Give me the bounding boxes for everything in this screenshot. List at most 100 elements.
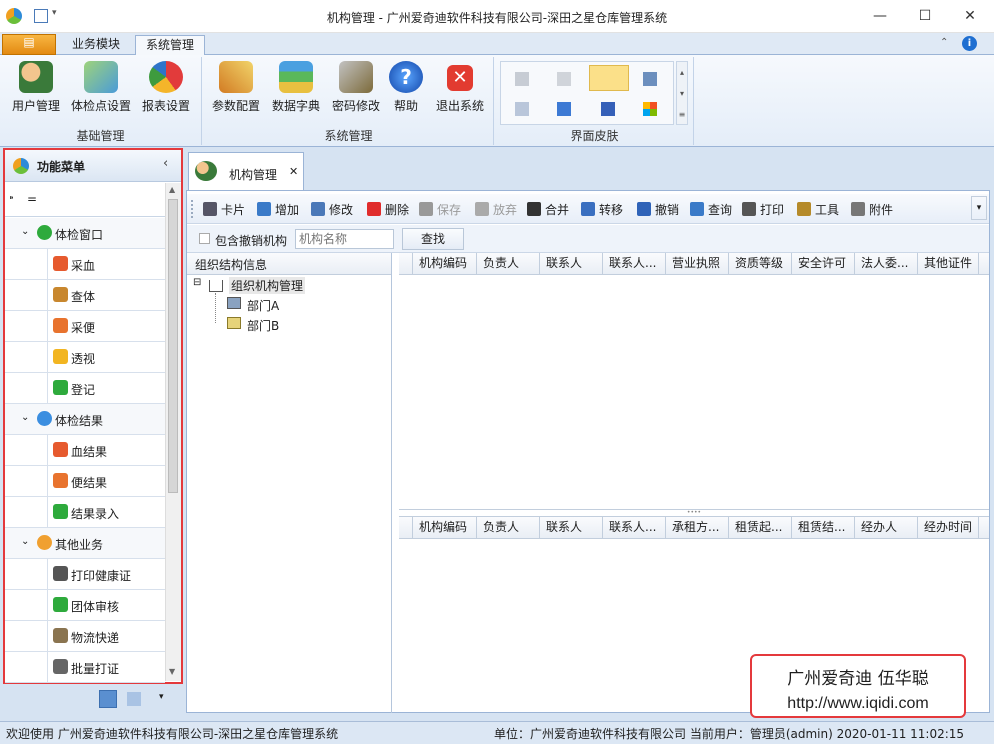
menu-group-1[interactable]: ⌄ 体检结果 xyxy=(5,404,165,435)
layout-toggle-icon[interactable] xyxy=(99,690,117,708)
menu-group-0[interactable]: ⌄ 体检窗口 xyxy=(5,218,165,249)
menu-item-0-3[interactable]: 透视 xyxy=(5,342,165,373)
column-header[interactable]: 联系人 xyxy=(540,253,603,275)
card-button[interactable]: 卡片 xyxy=(203,201,245,218)
scroll-down-icon[interactable]: ▼ xyxy=(169,667,175,676)
tree-collapse-icon[interactable]: ⊟ xyxy=(193,277,201,288)
tree-node-department-b[interactable]: 部门B xyxy=(247,317,279,334)
query-button[interactable]: 查询 xyxy=(690,201,732,218)
attachment-button[interactable]: 附件 xyxy=(851,201,893,218)
skin-office-icon[interactable] xyxy=(515,72,529,86)
revoke-button[interactable]: 撤销 xyxy=(637,201,679,218)
menu-item-0-2[interactable]: 采便 xyxy=(5,311,165,342)
column-header[interactable]: 联系人... xyxy=(603,253,666,275)
skin-gallery[interactable] xyxy=(500,61,674,125)
column-header[interactable]: 承租方... xyxy=(666,517,729,539)
pin-icon: ⁍ xyxy=(9,193,14,204)
add-button[interactable]: 增加 xyxy=(257,201,299,218)
menu-item-2-3[interactable]: 批量打证 xyxy=(5,652,165,683)
scroll-thumb[interactable] xyxy=(168,199,178,493)
layout-dropdown-icon[interactable]: ▾ xyxy=(159,692,164,702)
org-name-search-input[interactable] xyxy=(295,229,394,249)
menu-item-1-2[interactable]: 结果录入 xyxy=(5,497,165,528)
column-header[interactable]: 负责人 xyxy=(477,517,540,539)
menu-filter-input[interactable]: = xyxy=(27,192,37,206)
toolbar-grip xyxy=(191,200,194,218)
column-header[interactable]: 安全许可 xyxy=(792,253,855,275)
skin-windows-icon[interactable] xyxy=(643,102,657,116)
menu-item-1-1[interactable]: 便结果 xyxy=(5,466,165,497)
column-header[interactable]: 法人委... xyxy=(855,253,918,275)
report-settings-button[interactable]: 报表设置 xyxy=(138,61,194,114)
tree-indent-line xyxy=(47,497,48,528)
expand-chevron-icon[interactable]: ⌄ xyxy=(21,536,29,547)
column-header[interactable]: 经办人 xyxy=(855,517,918,539)
column-header[interactable]: 租赁结... xyxy=(792,517,855,539)
scroll-up-icon[interactable]: ▲ xyxy=(169,185,175,194)
menu-item-0-0[interactable]: 采血 xyxy=(5,249,165,280)
expand-chevron-icon[interactable]: ⌄ xyxy=(21,412,29,423)
tab-system-management[interactable]: 系统管理 xyxy=(135,35,206,56)
menu-item-2-0[interactable]: 打印健康证 xyxy=(5,559,165,590)
edit-button[interactable]: 修改 xyxy=(311,201,353,218)
menu-group-2[interactable]: ⌄ 其他业务 xyxy=(5,528,165,559)
skin-vs-dark-icon[interactable] xyxy=(601,102,615,116)
collapse-panel-icon[interactable]: ‹ xyxy=(163,156,168,171)
change-password-button[interactable]: 密码修改 xyxy=(328,61,384,114)
tree-node-department-a[interactable]: 部门A xyxy=(247,297,279,314)
skin-grid-light-icon[interactable] xyxy=(515,102,529,116)
maximize-button[interactable]: ☐ xyxy=(902,0,948,32)
column-header[interactable]: 经办时间 xyxy=(918,517,979,539)
data-dictionary-button[interactable]: 数据字典 xyxy=(268,61,324,114)
users-icon xyxy=(195,161,217,181)
exit-system-button[interactable]: ✕ 退出系统 xyxy=(430,61,490,114)
menu-item-0-4[interactable]: 登记 xyxy=(5,373,165,404)
menu-scrollbar[interactable]: ▲ ▼ xyxy=(165,183,181,681)
transfer-button[interactable]: 转移 xyxy=(581,201,623,218)
column-header[interactable]: 机构编码 xyxy=(413,253,477,275)
tree-root-node[interactable]: 组织机构管理 xyxy=(229,277,306,294)
tree-indent-line xyxy=(47,559,48,590)
skin-selected-icon[interactable] xyxy=(589,65,629,91)
search-button[interactable]: 查找 xyxy=(402,228,464,250)
skin-grid-icon[interactable] xyxy=(643,72,657,86)
column-header[interactable]: 负责人 xyxy=(477,253,540,275)
close-tab-icon[interactable]: ✕ xyxy=(289,165,298,178)
application-menu-button[interactable]: ▤ xyxy=(2,34,56,55)
delete-button[interactable]: 删除 xyxy=(367,201,409,218)
discard-button[interactable]: 放弃 xyxy=(475,201,517,218)
column-header[interactable]: 租赁起... xyxy=(729,517,792,539)
tools-button[interactable]: 工具 xyxy=(797,201,839,218)
user-management-button[interactable]: 用户管理 xyxy=(8,61,64,114)
expand-chevron-icon[interactable]: ⌄ xyxy=(21,226,29,237)
menu-item-1-0[interactable]: 血结果 xyxy=(5,435,165,466)
print-button[interactable]: 打印 xyxy=(742,201,784,218)
tab-org-management[interactable]: 机构管理 ✕ xyxy=(188,152,304,190)
help-info-icon[interactable]: i xyxy=(962,36,977,51)
column-header[interactable]: 其他证件 xyxy=(918,253,979,275)
skin-office-gray-icon[interactable] xyxy=(557,72,571,86)
toolbar-overflow-icon[interactable]: ▾ xyxy=(971,196,987,220)
save-button[interactable]: 保存 xyxy=(419,201,461,218)
column-header[interactable]: 机构编码 xyxy=(413,517,477,539)
close-button[interactable]: ✕ xyxy=(947,0,993,32)
column-header[interactable]: 联系人... xyxy=(603,517,666,539)
checkpoint-settings-button[interactable]: 体检点设置 xyxy=(66,61,136,114)
menu-item-2-1[interactable]: 团体审核 xyxy=(5,590,165,621)
parameter-config-button[interactable]: 参数配置 xyxy=(208,61,264,114)
merge-button[interactable]: 合并 xyxy=(527,201,569,218)
skin-vs-icon[interactable] xyxy=(557,102,571,116)
menu-item-2-2[interactable]: 物流快递 xyxy=(5,621,165,652)
ribbon-collapse-icon[interactable]: ⌃ xyxy=(940,37,948,48)
minimize-button[interactable]: — xyxy=(857,0,903,32)
column-header[interactable]: 联系人 xyxy=(540,517,603,539)
layout-secondary-icon[interactable] xyxy=(127,692,141,706)
tab-business-module[interactable]: 业务模块 xyxy=(62,35,130,56)
skin-gallery-scroll[interactable]: ▴ ▾ ≡ xyxy=(676,61,688,125)
menu-item-0-1[interactable]: 查体 xyxy=(5,280,165,311)
column-header[interactable]: 资质等级 xyxy=(729,253,792,275)
help-button[interactable]: ? 帮助 xyxy=(386,61,426,114)
include-revoked-checkbox[interactable] xyxy=(199,233,210,244)
grid-splitter[interactable]: •••• xyxy=(399,509,989,517)
column-header[interactable]: 营业执照 xyxy=(666,253,729,275)
